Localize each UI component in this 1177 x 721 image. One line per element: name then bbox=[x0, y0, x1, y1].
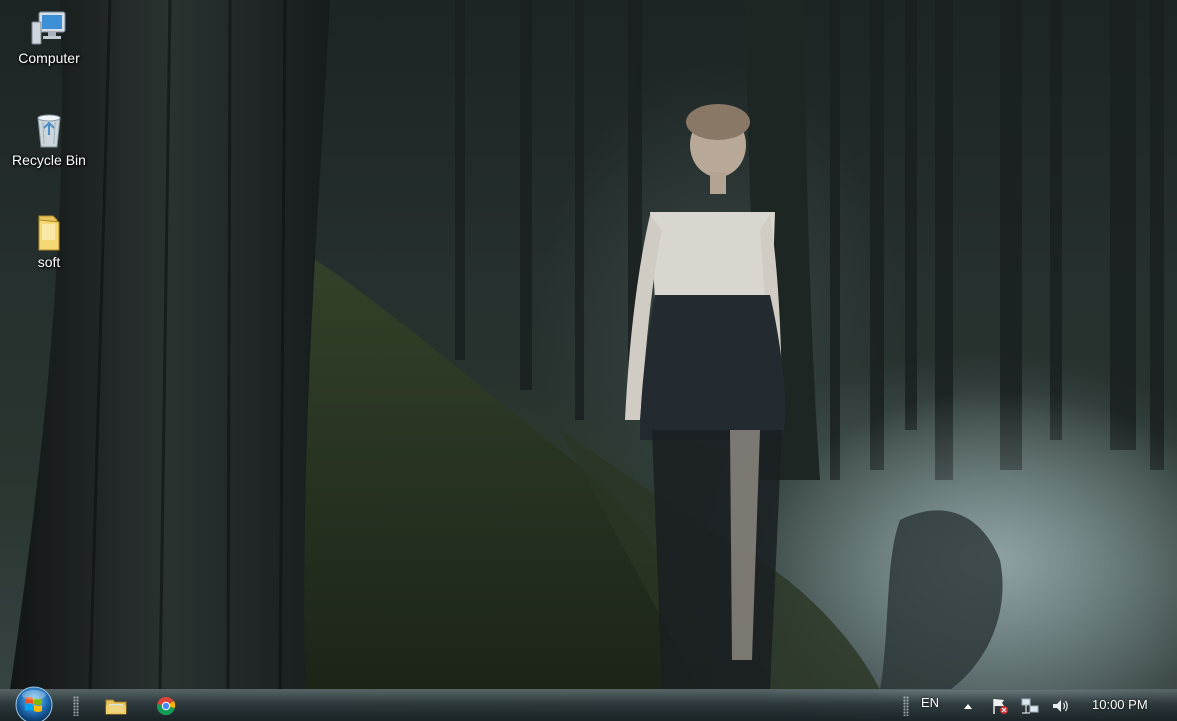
language-indicator[interactable]: EN bbox=[921, 695, 939, 710]
desktop-icon-label: soft bbox=[37, 254, 61, 270]
desktop-icon-computer[interactable]: Computer bbox=[1, 8, 97, 66]
desktop-icon-label: Recycle Bin bbox=[12, 152, 86, 168]
desktop[interactable]: Computer Recycle Bin soft EN 10:00 PM bbox=[0, 0, 1177, 721]
folder-icon bbox=[38, 215, 60, 251]
desktop-icon-recycle-bin[interactable]: Recycle Bin bbox=[1, 110, 97, 168]
computer-icon bbox=[31, 11, 66, 45]
taskbar-chrome-button[interactable] bbox=[151, 693, 181, 719]
start-button[interactable] bbox=[13, 684, 55, 721]
taskbar-grip[interactable] bbox=[73, 696, 79, 716]
taskbar[interactable]: EN 10:00 PM bbox=[0, 686, 1177, 721]
file-explorer-icon bbox=[105, 699, 127, 715]
taskbar-file-explorer-button[interactable] bbox=[101, 693, 131, 719]
clock[interactable]: 10:00 PM bbox=[1092, 697, 1148, 712]
network-icon[interactable] bbox=[1020, 697, 1040, 715]
tray-grip[interactable] bbox=[903, 696, 909, 716]
volume-icon[interactable] bbox=[1050, 697, 1070, 715]
action-center-flag-icon[interactable] bbox=[990, 697, 1010, 715]
chrome-icon bbox=[156, 697, 176, 716]
show-hidden-icons-icon[interactable] bbox=[958, 697, 978, 715]
desktop-icon-label: Computer bbox=[18, 50, 80, 66]
recycle-bin-icon bbox=[37, 114, 61, 148]
wallpaper-image bbox=[10, 0, 1177, 721]
desktop-icon-soft-folder[interactable]: soft bbox=[1, 212, 97, 270]
